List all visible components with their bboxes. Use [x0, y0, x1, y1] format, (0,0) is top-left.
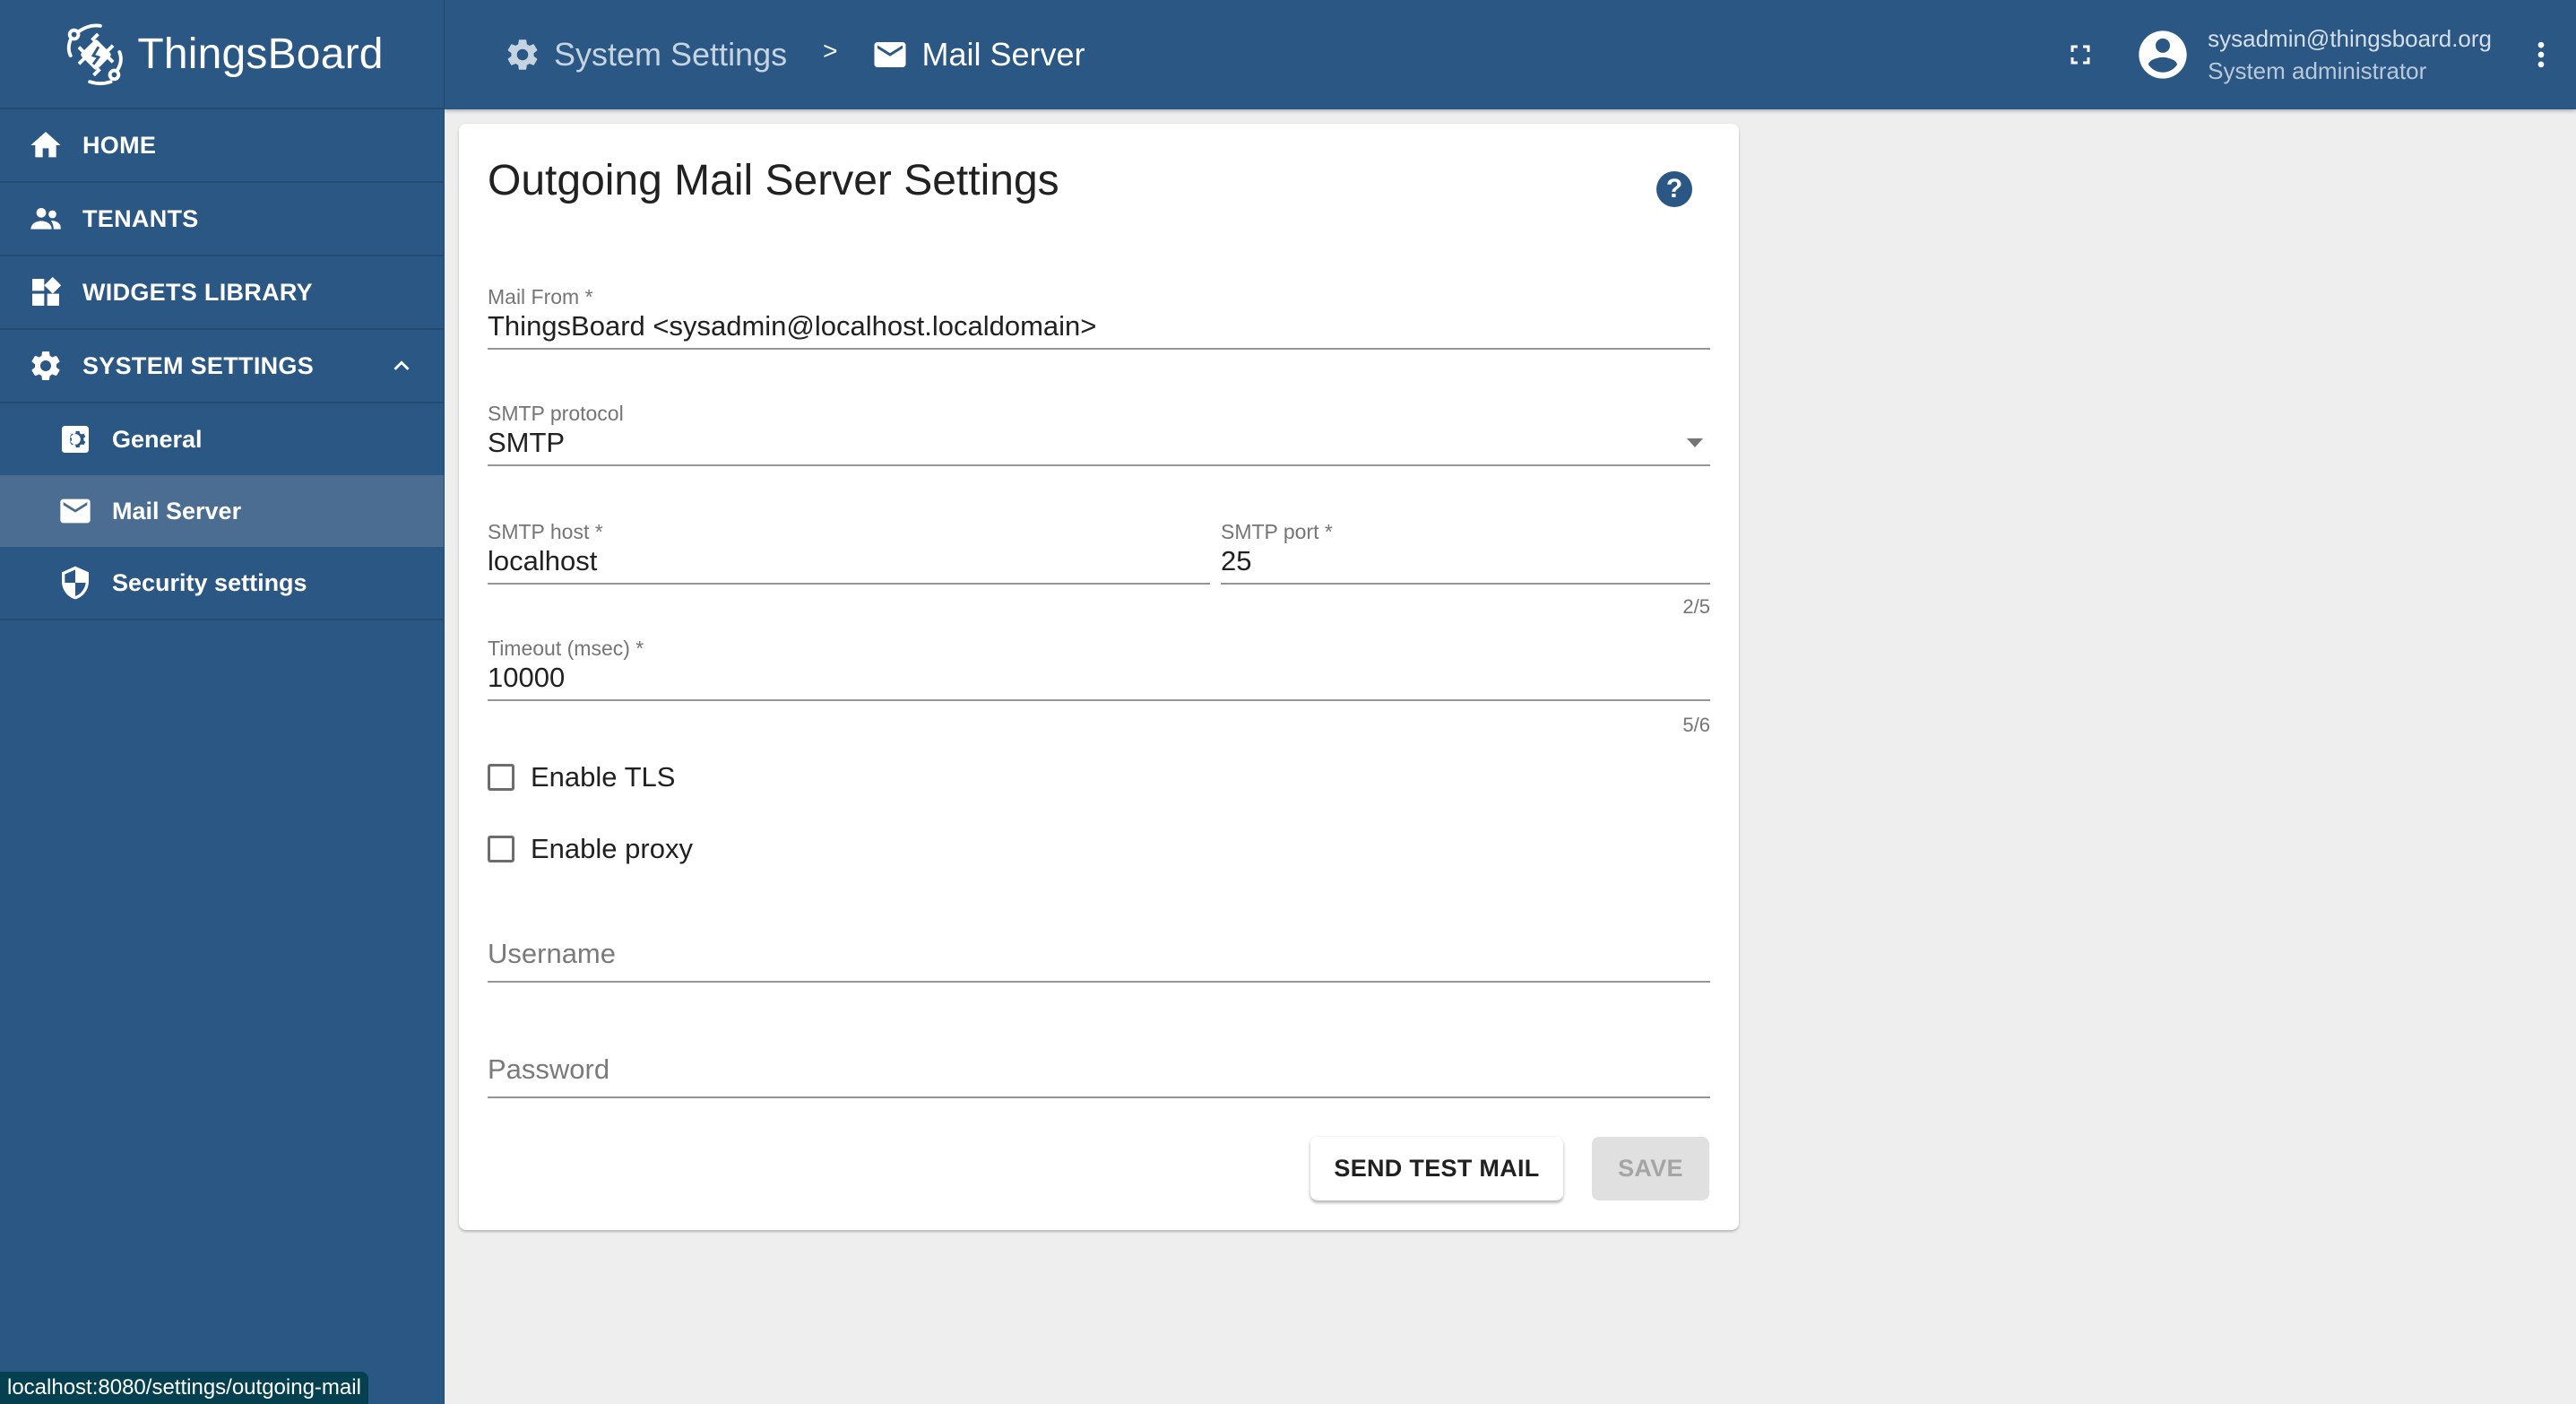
user-role: System administrator — [2208, 57, 2427, 84]
account-circle-icon — [2139, 30, 2187, 79]
smtp-protocol-select[interactable]: SMTP protocol SMTP — [488, 402, 1710, 466]
mail-icon — [874, 42, 906, 67]
sidebar-item-general[interactable]: General — [0, 403, 444, 475]
breadcrumb: System Settings > Mail Server — [445, 0, 1085, 109]
fullscreen-icon — [2070, 45, 2090, 65]
sidebar-subitem-label: Mail Server — [112, 497, 242, 524]
top-toolbar: System Settings > Mail Server sysadmin@t… — [445, 0, 2576, 109]
user-avatar[interactable] — [2134, 26, 2191, 83]
smtp-port-char-count: 2/5 — [1682, 595, 1710, 618]
smtp-host-input[interactable] — [488, 543, 1210, 579]
checkbox-box[interactable] — [488, 764, 514, 791]
timeout-field: Timeout (msec) * 5/6 — [488, 637, 1710, 736]
sidebar-item-system-settings[interactable]: SYSTEM SETTINGS — [0, 330, 444, 403]
fullscreen-button[interactable] — [2053, 28, 2107, 82]
user-info[interactable]: sysadmin@thingsboard.org System administ… — [2208, 22, 2492, 87]
smtp-host-label: SMTP host * — [488, 520, 603, 543]
mail-from-label: Mail From * — [488, 285, 593, 308]
breadcrumb-mail-server: Mail Server — [871, 36, 1085, 74]
app-name: ThingsBoard — [137, 30, 384, 78]
system-settings-subnav: General Mail Server Security settings — [0, 403, 444, 620]
breadcrumb-separator: > — [823, 37, 838, 65]
smtp-port-underline — [1221, 583, 1710, 585]
smtp-host-field: SMTP host * — [488, 520, 1210, 585]
sidebar-subitem-label: General — [112, 425, 203, 453]
help-icon: ? — [1665, 174, 1683, 204]
sidebar-item-home[interactable]: HOME — [0, 109, 444, 183]
mail-icon — [56, 492, 94, 530]
page-title: Outgoing Mail Server Settings — [488, 157, 1059, 204]
home-icon — [27, 126, 65, 164]
save-button[interactable]: SAVE — [1592, 1137, 1709, 1200]
enable-tls-checkbox[interactable]: Enable TLS — [488, 761, 675, 793]
password-input[interactable] — [488, 1052, 1710, 1088]
sidebar-item-tenants[interactable]: TENANTS — [0, 183, 444, 256]
mail-from-input[interactable] — [488, 308, 1710, 344]
browser-status-url: localhost:8080/settings/outgoing-mail — [0, 1372, 368, 1404]
sidebar: ThingsBoard HOME TENANTS WIDGETS LIBRARY — [0, 0, 445, 1404]
user-email: sysadmin@thingsboard.org — [2208, 25, 2492, 52]
gear-icon — [507, 39, 538, 70]
smtp-protocol-underline — [488, 464, 1710, 466]
smtp-protocol-label: SMTP protocol — [488, 402, 624, 425]
app-root: ThingsBoard HOME TENANTS WIDGETS LIBRARY — [0, 0, 2576, 1404]
mail-from-underline — [488, 348, 1710, 350]
widgets-icon — [27, 273, 65, 311]
username-input[interactable] — [488, 936, 1710, 972]
dropdown-arrow-icon — [1687, 438, 1703, 447]
smtp-port-label: SMTP port * — [1221, 520, 1333, 543]
sidebar-item-security-settings[interactable]: Security settings — [0, 547, 444, 619]
more-vert-icon — [2537, 41, 2545, 68]
timeout-label: Timeout (msec) * — [488, 637, 644, 660]
breadcrumb-system-settings[interactable]: System Settings — [504, 36, 787, 74]
enable-proxy-checkbox[interactable]: Enable proxy — [488, 833, 693, 865]
enable-proxy-label: Enable proxy — [531, 833, 693, 864]
more-menu-button[interactable] — [2519, 28, 2563, 82]
timeout-underline — [488, 699, 1710, 701]
username-underline — [488, 981, 1710, 983]
mail-from-field: Mail From * — [488, 285, 1710, 350]
help-button[interactable]: ? — [1656, 171, 1692, 207]
user-area: sysadmin@thingsboard.org System administ… — [2053, 0, 2576, 109]
settings-box-icon — [56, 420, 94, 458]
breadcrumb-label: System Settings — [554, 36, 788, 73]
smtp-port-input[interactable] — [1221, 543, 1710, 579]
sidebar-nav: HOME TENANTS WIDGETS LIBRARY SYSTEM SETT… — [0, 109, 444, 403]
timeout-char-count: 5/6 — [1682, 714, 1710, 736]
tenants-icon — [27, 200, 65, 238]
thingsboard-logo-icon — [67, 23, 124, 86]
enable-tls-label: Enable TLS — [531, 761, 676, 793]
breadcrumb-label: Mail Server — [921, 36, 1085, 73]
sidebar-item-label: SYSTEM SETTINGS — [82, 351, 315, 379]
mail-settings-card: Outgoing Mail Server Settings ? Mail Fro… — [459, 124, 1739, 1230]
sidebar-item-label: HOME — [82, 131, 157, 159]
sidebar-item-label: WIDGETS LIBRARY — [82, 278, 313, 306]
gear-icon — [27, 347, 65, 385]
chevron-up-icon[interactable] — [386, 351, 417, 381]
smtp-host-underline — [488, 583, 1210, 585]
sidebar-item-mail-server[interactable]: Mail Server — [0, 475, 444, 547]
password-underline — [488, 1096, 1710, 1098]
username-field — [488, 931, 1710, 984]
send-test-mail-button[interactable]: SEND TEST MAIL — [1310, 1137, 1563, 1200]
sidebar-subitem-label: Security settings — [112, 568, 307, 596]
smtp-port-field: SMTP port * 2/5 — [1221, 520, 1710, 619]
password-field — [488, 1046, 1710, 1100]
sidebar-item-widgets-library[interactable]: WIDGETS LIBRARY — [0, 256, 444, 330]
logo[interactable]: ThingsBoard — [0, 0, 444, 109]
shield-icon — [56, 564, 94, 602]
sidebar-item-label: TENANTS — [82, 204, 199, 232]
checkbox-box[interactable] — [488, 836, 514, 862]
timeout-input[interactable] — [488, 660, 1710, 696]
smtp-protocol-value: SMTP — [488, 427, 566, 458]
